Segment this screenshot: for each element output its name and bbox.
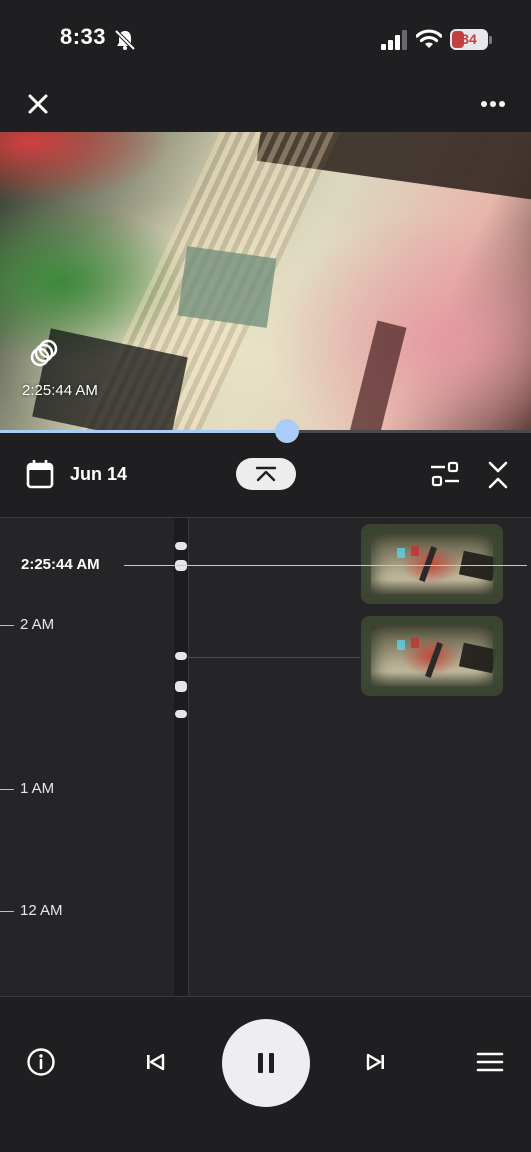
bell-slash-icon [114, 29, 136, 51]
hour-label-1am: 1 AM [0, 780, 54, 797]
menu-icon[interactable] [476, 1050, 504, 1074]
video-scene-shadow [343, 320, 407, 432]
battery-percent: 34 [461, 31, 477, 47]
status-time: 8:33 [60, 24, 107, 49]
event-timeline[interactable]: 2:25:44 AM 2 AM 1 AM 12 AM [0, 518, 531, 996]
thumbnail-vignette [361, 524, 503, 604]
event-marker[interactable] [175, 710, 187, 718]
video-timestamp: 2:25:44 AM [22, 382, 98, 399]
current-time-label: 2:25:44 AM [21, 556, 100, 573]
date-bar: Jun 14 [0, 443, 531, 517]
current-time-line [124, 565, 527, 566]
hour-tick [0, 624, 14, 626]
hour-tick [0, 788, 14, 790]
timeline-rail [174, 518, 188, 996]
wifi-icon [416, 29, 442, 48]
playback-controls [0, 997, 531, 1152]
calendar-icon[interactable] [26, 459, 54, 489]
battery-indicator: 34 [450, 29, 488, 50]
hour-text: 12 AM [20, 902, 63, 919]
signal-icon [381, 30, 407, 50]
video-player[interactable]: 2:25:44 AM [0, 132, 531, 432]
event-thumbnail[interactable] [361, 616, 503, 696]
hour-label-2am: 2 AM [0, 616, 54, 633]
info-icon[interactable] [26, 1047, 56, 1077]
pause-button[interactable] [222, 1019, 310, 1107]
close-icon[interactable] [20, 86, 56, 122]
thumbnail-vignette [361, 616, 503, 696]
date-label[interactable]: Jun 14 [70, 464, 127, 485]
video-scene-window [177, 246, 277, 328]
event-marker[interactable] [175, 542, 187, 550]
hour-text: 1 AM [20, 780, 55, 797]
rings-icon [30, 339, 58, 367]
event-connector [188, 657, 360, 658]
hour-label-12am: 12 AM [0, 902, 63, 919]
more-horizontal-icon[interactable] [474, 86, 512, 122]
collapse-timeline-button[interactable] [236, 458, 296, 490]
timeline-rail-edge [188, 518, 189, 996]
battery-nub [489, 36, 492, 44]
filter-icon[interactable] [430, 461, 460, 487]
event-thumbnail[interactable] [361, 524, 503, 604]
skip-previous-icon[interactable] [143, 1050, 167, 1074]
skip-next-icon[interactable] [364, 1050, 388, 1074]
top-bar [0, 80, 531, 132]
event-marker[interactable] [175, 681, 187, 692]
status-bar: 8:33 34 [0, 0, 531, 80]
event-marker[interactable] [175, 652, 187, 660]
pause-icon [258, 1053, 274, 1073]
hour-tick [0, 910, 14, 912]
expand-collapse-icon[interactable] [486, 459, 510, 491]
hour-text: 2 AM [20, 616, 55, 633]
scrub-track[interactable] [0, 430, 531, 433]
scrub-handle[interactable] [275, 419, 299, 443]
scrub-progress [0, 430, 287, 433]
chevron-up-icon [255, 466, 277, 482]
